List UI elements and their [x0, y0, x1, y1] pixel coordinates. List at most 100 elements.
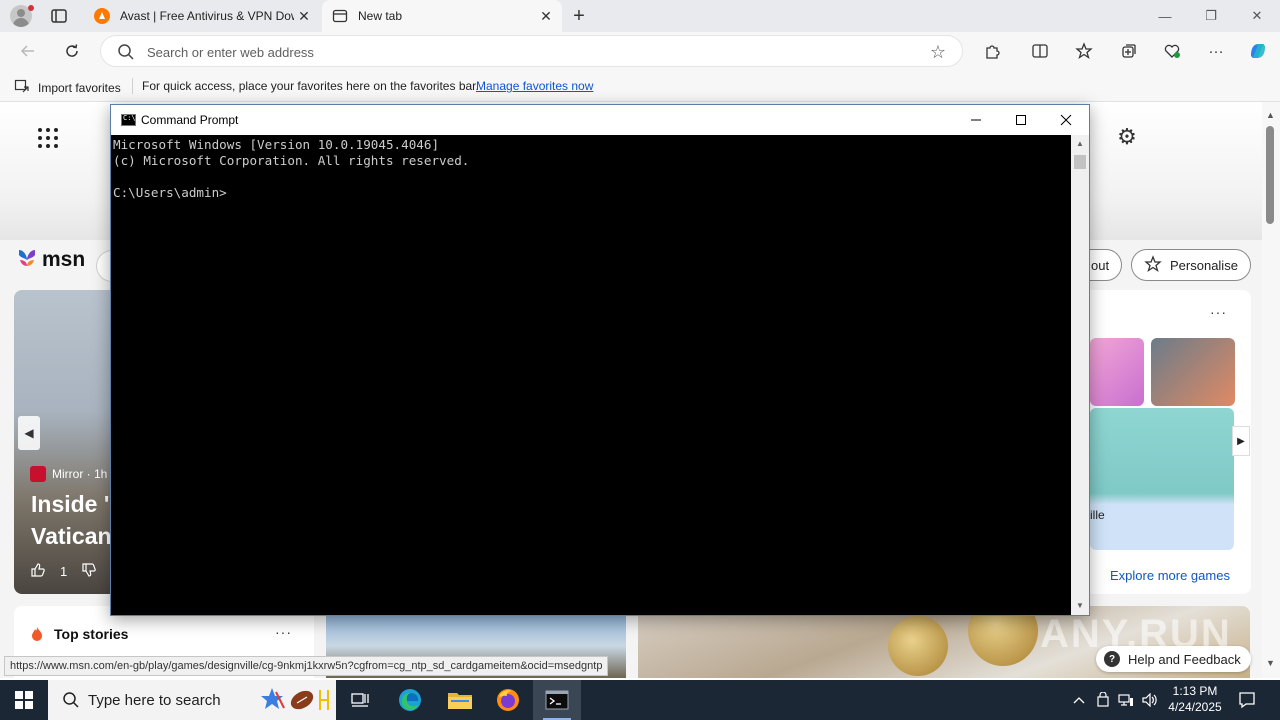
- address-bar[interactable]: ☆: [100, 35, 963, 67]
- browser-toolbar: ☆ ···: [0, 32, 1280, 70]
- search-icon: [117, 43, 135, 61]
- browser-essentials-heart-icon[interactable]: [1160, 40, 1184, 62]
- extensions-puzzle-icon[interactable]: [980, 40, 1004, 62]
- game-title: ille: [1090, 508, 1105, 522]
- tray-overflow-chevron-icon[interactable]: [1068, 680, 1090, 720]
- news-source-label: Mirror · 1h: [52, 467, 108, 481]
- scroll-down-arrow-icon[interactable]: ▼: [1266, 658, 1275, 668]
- favorites-hint-text: For quick access, place your favorites h…: [142, 79, 479, 93]
- cmd-scrollbar-thumb[interactable]: [1074, 155, 1086, 169]
- start-windows-icon[interactable]: [0, 680, 48, 720]
- browser-tab-strip: Avast | Free Antivirus & VPN Dow ✕ New t…: [0, 0, 1280, 32]
- msn-logo[interactable]: msn: [16, 248, 85, 272]
- game-tile-hospital[interactable]: [1151, 338, 1235, 406]
- scroll-up-arrow-icon[interactable]: ▲: [1266, 110, 1275, 120]
- new-tab-page-icon: [332, 8, 348, 24]
- taskbar-search-placeholder: Type here to search: [88, 692, 221, 709]
- coin-image-detail: [888, 616, 948, 676]
- taskbar-search-box[interactable]: Type here to search: [48, 680, 336, 720]
- address-input[interactable]: [147, 43, 907, 61]
- favorites-icon[interactable]: [1072, 40, 1096, 62]
- help-question-icon: ?: [1104, 651, 1120, 667]
- search-highlight-football-icon: [258, 684, 334, 716]
- window-close-button[interactable]: ✕: [1234, 0, 1280, 32]
- favorites-bar: Import favorites For quick access, place…: [0, 70, 1280, 102]
- search-icon: [62, 691, 80, 709]
- page-scrollbar[interactable]: ▲ ▼: [1262, 102, 1280, 678]
- back-arrow-icon[interactable]: [16, 40, 40, 62]
- window-minimize-button[interactable]: —: [1142, 0, 1188, 32]
- cmd-title-bar[interactable]: Command Prompt: [111, 105, 1089, 135]
- volume-speaker-icon[interactable]: [1139, 680, 1161, 720]
- scroll-down-arrow-icon[interactable]: ▼: [1076, 601, 1084, 610]
- layout-button-label: out: [1091, 257, 1110, 273]
- edge-browser-icon[interactable]: [386, 680, 434, 720]
- import-icon: [14, 78, 30, 97]
- page-scrollbar-thumb[interactable]: [1266, 126, 1274, 224]
- personalise-button[interactable]: Personalise: [1131, 249, 1251, 281]
- cmd-minimize-button[interactable]: [953, 105, 999, 135]
- command-prompt-window[interactable]: Command Prompt Microsoft Windows [Versio…: [110, 104, 1090, 616]
- tab-new-tab[interactable]: New tab ✕: [322, 0, 562, 32]
- clock-time: 1:13 PM: [1172, 684, 1218, 698]
- tab-avast[interactable]: Avast | Free Antivirus & VPN Dow ✕: [84, 0, 320, 32]
- msn-logo-text: msn: [42, 248, 86, 271]
- windows-taskbar: Type here to search 1:13 PM 4/24/2025: [0, 680, 1280, 720]
- games-more-options-icon[interactable]: ···: [1210, 304, 1227, 320]
- collections-icon[interactable]: [1117, 40, 1141, 62]
- firefox-icon[interactable]: [484, 680, 532, 720]
- top-stories-label: Top stories: [54, 626, 129, 642]
- cmd-console-output[interactable]: Microsoft Windows [Version 10.0.19045.40…: [113, 137, 1071, 615]
- personalise-star-icon: [1144, 254, 1162, 276]
- dislike-thumb-icon[interactable]: [81, 562, 97, 581]
- cmd-scrollbar[interactable]: ▲ ▼: [1071, 135, 1089, 615]
- command-prompt-taskbar-icon[interactable]: [533, 680, 581, 720]
- game-tile-designville[interactable]: [1090, 408, 1234, 550]
- settings-more-icon[interactable]: ···: [1204, 40, 1228, 62]
- avast-icon: [94, 8, 110, 24]
- tab-actions-icon[interactable]: [50, 7, 68, 25]
- game-tile-fashion[interactable]: [1090, 338, 1144, 406]
- new-tab-plus-icon[interactable]: +: [568, 5, 590, 27]
- profile-notification-badge: [28, 5, 34, 11]
- copilot-icon[interactable]: [1246, 40, 1270, 62]
- news-actions: 1: [30, 562, 97, 581]
- console-line: Microsoft Windows [Version 10.0.19045.40…: [113, 137, 440, 152]
- cmd-close-button[interactable]: [1043, 105, 1089, 135]
- console-prompt-line[interactable]: C:\Users\admin>: [113, 185, 1071, 201]
- explore-more-games-link[interactable]: Explore more games: [1110, 568, 1230, 583]
- file-explorer-folder-icon[interactable]: [436, 680, 484, 720]
- tab-close-icon[interactable]: ✕: [294, 6, 314, 26]
- split-screen-icon[interactable]: [1028, 40, 1052, 62]
- favorites-divider: [132, 78, 133, 94]
- refresh-icon[interactable]: [60, 40, 84, 62]
- cmd-maximize-button[interactable]: [998, 105, 1044, 135]
- like-thumb-icon[interactable]: [30, 562, 46, 581]
- personalise-label: Personalise: [1170, 257, 1238, 273]
- task-view-icon[interactable]: [336, 680, 384, 720]
- system-clock[interactable]: 1:13 PM 4/24/2025: [1160, 683, 1230, 715]
- network-icon[interactable]: [1115, 680, 1137, 720]
- carousel-next-icon[interactable]: ▶: [1232, 426, 1250, 456]
- favorite-star-icon[interactable]: ☆: [928, 42, 948, 62]
- help-and-feedback-label: Help and Feedback: [1128, 651, 1241, 667]
- page-settings-gear-icon[interactable]: ⚙: [1116, 126, 1138, 148]
- security-shield-icon[interactable]: [1092, 680, 1114, 720]
- help-and-feedback-button[interactable]: ? Help and Feedback: [1096, 646, 1251, 672]
- flame-icon: [30, 626, 44, 642]
- clock-date: 4/24/2025: [1168, 700, 1222, 714]
- import-favorites-button[interactable]: Import favorites: [14, 78, 121, 97]
- console-line: (c) Microsoft Corporation. All rights re…: [113, 153, 470, 168]
- carousel-prev-icon[interactable]: ◀: [18, 416, 40, 450]
- scroll-up-arrow-icon[interactable]: ▲: [1076, 139, 1084, 148]
- window-restore-button[interactable]: ❐: [1188, 0, 1234, 32]
- notification-center-icon[interactable]: [1228, 680, 1266, 720]
- link-status-bar: https://www.msn.com/en-gb/play/games/des…: [4, 656, 609, 676]
- manage-favorites-link[interactable]: Manage favorites now: [476, 79, 593, 93]
- app-launcher-icon[interactable]: [38, 128, 58, 148]
- tab-title: Avast | Free Antivirus & VPN Dow: [120, 9, 294, 23]
- tab-close-icon[interactable]: ✕: [536, 6, 556, 26]
- news-source: Mirror · 1h: [30, 466, 107, 482]
- mirror-logo-icon: [30, 466, 46, 482]
- top-stories-more-icon[interactable]: ···: [275, 624, 292, 640]
